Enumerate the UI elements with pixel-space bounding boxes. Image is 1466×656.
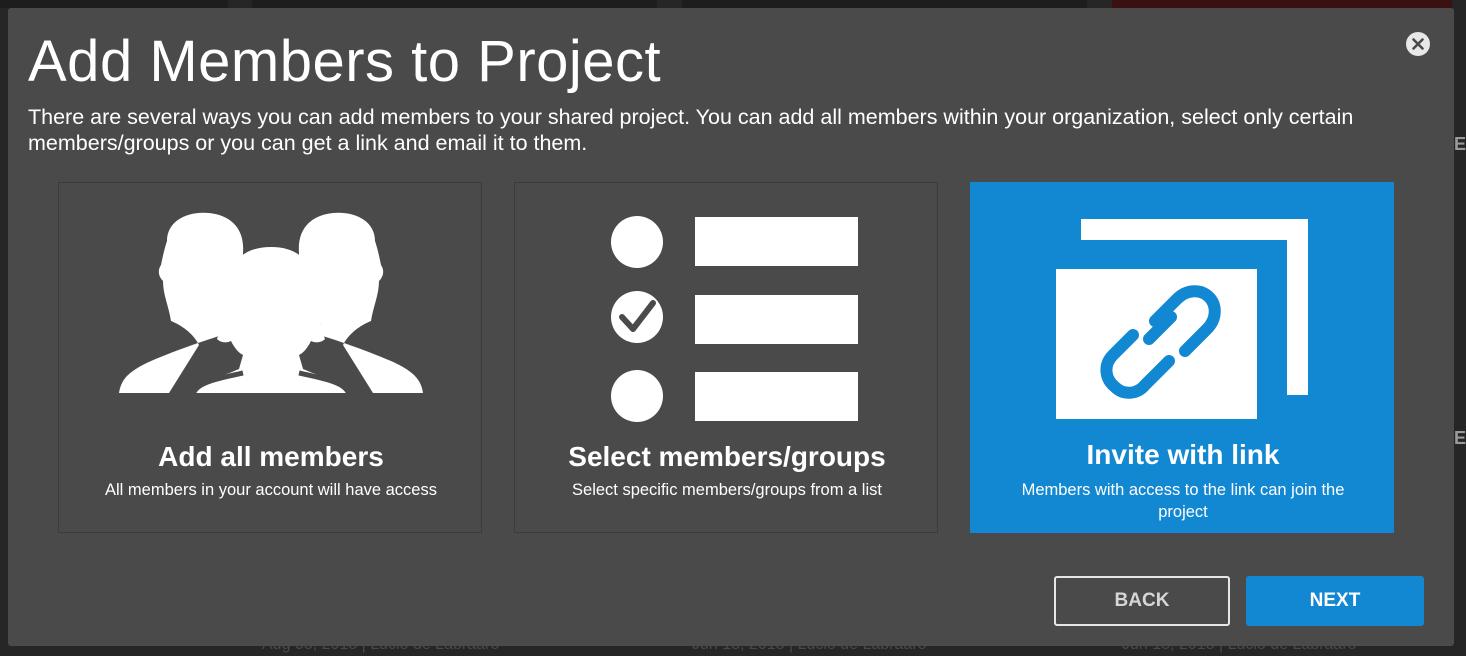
option-subtitle: All members in your account will have ac… — [105, 481, 437, 499]
option-subtitle: Members with access to the link can join… — [1021, 481, 1345, 521]
background-tile — [682, 0, 1087, 8]
option-add-all-members[interactable]: Add all members All members in your acco… — [58, 182, 482, 533]
option-title: Select members/groups — [568, 441, 886, 472]
dialog-title: Add Members to Project — [28, 29, 662, 94]
option-title: Invite with link — [1086, 439, 1280, 470]
background-tile — [1112, 0, 1452, 8]
option-invite-with-link[interactable]: Invite with link Members with access to … — [970, 182, 1394, 533]
add-members-dialog: Add Members to Project There are several… — [8, 8, 1454, 646]
background-tile — [0, 0, 228, 8]
link-icon — [1056, 219, 1308, 419]
option-select-members-groups[interactable]: Select members/groups Select specific me… — [514, 182, 938, 533]
option-title: Add all members — [158, 441, 384, 472]
background-edge-label: ED — [1454, 134, 1466, 154]
back-button[interactable]: BACK — [1054, 576, 1230, 626]
background-edge-label: ED — [1454, 428, 1466, 448]
option-subtitle: Select specific members/groups from a li… — [572, 481, 882, 499]
close-icon — [1412, 38, 1424, 50]
background-tile — [252, 0, 657, 8]
close-button[interactable] — [1406, 32, 1430, 56]
next-button[interactable]: NEXT — [1246, 576, 1424, 626]
users-group-icon — [119, 212, 423, 396]
checklist-icon — [611, 216, 858, 422]
dialog-description: There are several ways you can add membe… — [28, 105, 1354, 155]
